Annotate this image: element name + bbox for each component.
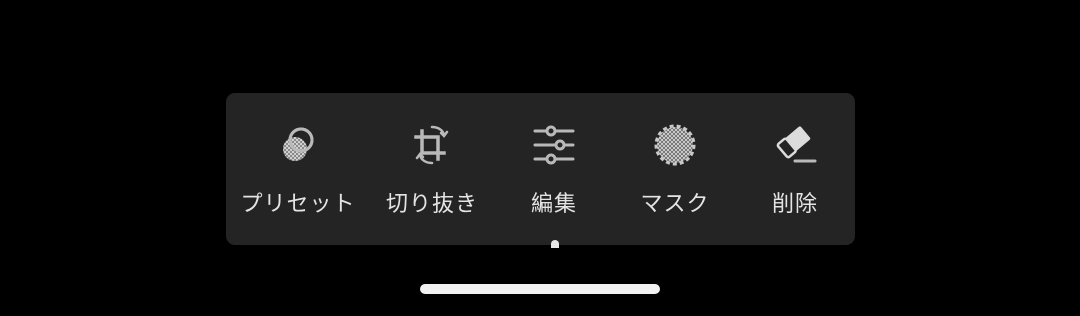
screen: プリセット 切り抜き 編集 マスク 削除 [0,0,1080,316]
presets-icon [274,121,322,169]
home-indicator[interactable] [420,284,660,294]
remove-label: 削除 [771,192,818,217]
presets-button[interactable]: プリセット [238,93,358,245]
eraser-icon [771,121,819,169]
sliders-icon [530,121,578,169]
mask-label: マスク [640,192,710,217]
crop-rotate-icon [408,121,456,169]
mask-icon [651,121,699,169]
mask-button[interactable]: マスク [615,93,735,245]
page-indicator-dot [551,240,559,248]
crop-label: 切り抜き [385,192,478,217]
remove-button[interactable]: 削除 [735,93,855,245]
crop-button[interactable]: 切り抜き [372,93,492,245]
edit-label: 編集 [530,192,577,217]
edit-button[interactable]: 編集 [494,93,614,245]
presets-label: プリセット [240,192,356,217]
edit-toolbar: プリセット 切り抜き 編集 マスク 削除 [226,93,855,245]
